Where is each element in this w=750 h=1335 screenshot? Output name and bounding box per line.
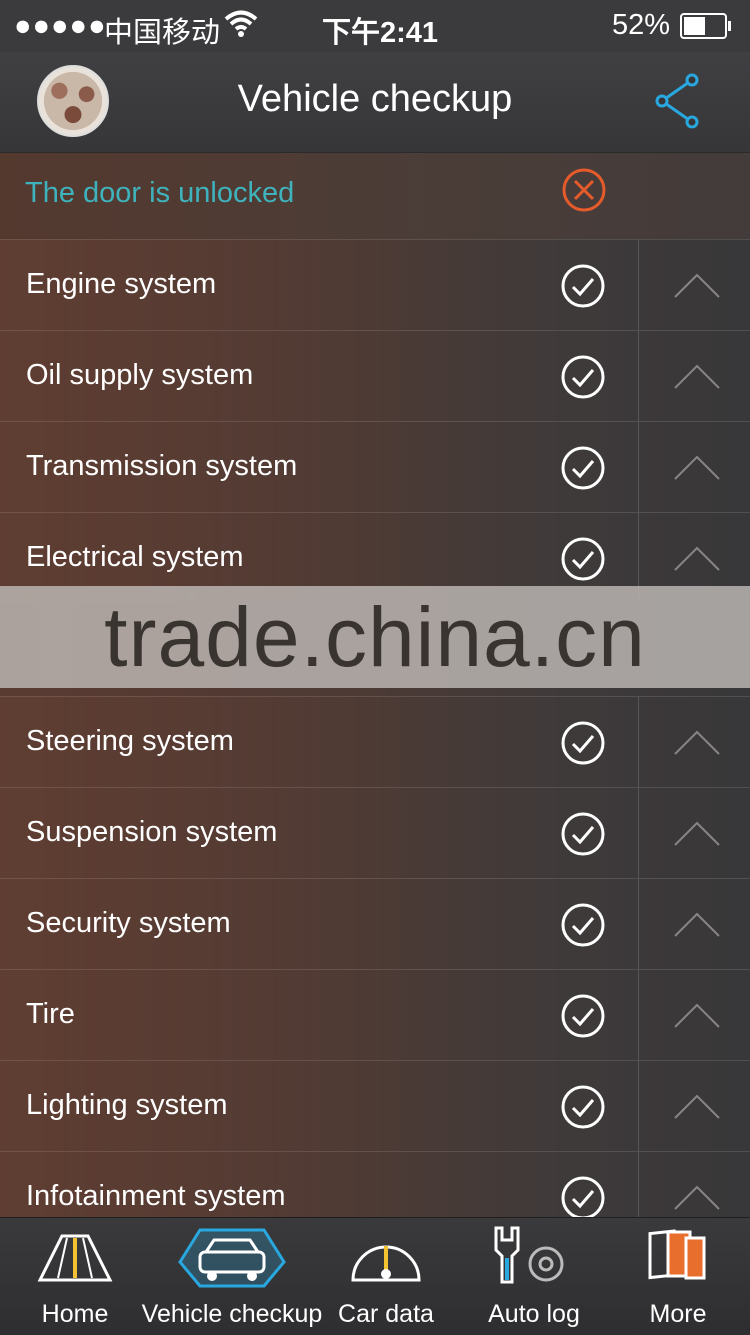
chevron-up-icon[interactable] bbox=[672, 543, 722, 573]
chevron-up-icon[interactable] bbox=[672, 818, 722, 848]
divider bbox=[638, 331, 639, 421]
car-icon bbox=[178, 1228, 286, 1288]
check-circle-icon bbox=[561, 537, 605, 581]
divider bbox=[638, 1061, 639, 1151]
system-row[interactable]: Lighting system bbox=[0, 1060, 750, 1151]
check-circle-icon bbox=[561, 264, 605, 308]
system-label: Transmission system bbox=[26, 450, 298, 482]
tab-label: Vehicle checkup bbox=[141, 1300, 323, 1328]
wifi-icon bbox=[224, 10, 258, 37]
road-icon bbox=[37, 1234, 113, 1282]
chevron-up-icon[interactable] bbox=[672, 452, 722, 482]
share-icon[interactable] bbox=[652, 72, 706, 130]
chevron-up-icon[interactable] bbox=[672, 361, 722, 391]
system-label: Engine system bbox=[26, 268, 217, 300]
divider bbox=[638, 879, 639, 969]
tab-bar: Home Vehicle checkup Car data Auto log M… bbox=[0, 1217, 750, 1335]
system-label: Steering system bbox=[26, 725, 234, 757]
tab-more[interactable]: More bbox=[630, 1218, 726, 1335]
divider bbox=[638, 422, 639, 512]
tab-vehicle-checkup[interactable]: Vehicle checkup bbox=[134, 1218, 330, 1335]
carrier-name: 中国移动 bbox=[104, 17, 221, 49]
tab-label: Home bbox=[41, 1300, 109, 1328]
system-label: Infotainment system bbox=[26, 1180, 286, 1212]
tab-auto-log[interactable]: Auto log bbox=[478, 1218, 590, 1335]
battery-icon bbox=[680, 13, 731, 39]
tab-label: Auto log bbox=[488, 1300, 580, 1328]
check-circle-icon bbox=[561, 446, 605, 490]
divider bbox=[638, 788, 639, 878]
cards-icon bbox=[648, 1229, 706, 1280]
signal-strength: ●●●●● bbox=[14, 10, 107, 42]
gauge-icon bbox=[351, 1245, 421, 1282]
check-circle-icon bbox=[561, 903, 605, 947]
status-bar: ●●●●● 中国移动 下午2:41 52% bbox=[0, 0, 750, 52]
chevron-up-icon[interactable] bbox=[672, 1000, 722, 1030]
tab-home[interactable]: Home bbox=[20, 1218, 130, 1335]
chevron-up-icon[interactable] bbox=[672, 1091, 722, 1121]
page-title: Vehicle checkup bbox=[237, 78, 513, 120]
system-row[interactable]: Security system bbox=[0, 878, 750, 969]
check-circle-icon bbox=[561, 1176, 605, 1220]
system-row[interactable]: Tire bbox=[0, 969, 750, 1060]
watermark: trade.china.cn bbox=[0, 586, 750, 688]
battery-percent: 52% bbox=[612, 9, 671, 41]
divider bbox=[638, 970, 639, 1060]
chevron-up-icon[interactable] bbox=[672, 1182, 722, 1212]
tab-label: More bbox=[649, 1300, 707, 1328]
system-label: Suspension system bbox=[26, 816, 278, 848]
system-row[interactable]: Steering system bbox=[0, 696, 750, 787]
check-circle-icon bbox=[561, 994, 605, 1038]
system-label: Security system bbox=[26, 907, 231, 939]
chevron-up-icon[interactable] bbox=[672, 909, 722, 939]
tab-car-data[interactable]: Car data bbox=[333, 1218, 439, 1335]
system-label: Oil supply system bbox=[26, 359, 254, 391]
chevron-up-icon[interactable] bbox=[672, 727, 722, 757]
tab-label: Car data bbox=[338, 1300, 434, 1328]
door-status-text: The door is unlocked bbox=[25, 177, 295, 209]
wrench-wheel-icon bbox=[494, 1226, 564, 1284]
system-row[interactable]: Engine system bbox=[0, 239, 750, 330]
system-label: Lighting system bbox=[26, 1089, 228, 1121]
check-circle-icon bbox=[561, 355, 605, 399]
check-circle-icon bbox=[561, 721, 605, 765]
system-label: Tire bbox=[26, 998, 75, 1030]
check-circle-icon bbox=[561, 1085, 605, 1129]
door-status-row: The door is unlocked bbox=[0, 153, 750, 239]
navigation-bar: Vehicle checkup bbox=[0, 52, 750, 153]
close-circle-icon bbox=[562, 168, 606, 212]
system-row[interactable]: Suspension system bbox=[0, 787, 750, 878]
divider bbox=[638, 240, 639, 330]
system-row[interactable]: Oil supply system bbox=[0, 330, 750, 421]
chevron-up-icon[interactable] bbox=[672, 270, 722, 300]
divider bbox=[638, 697, 639, 787]
system-row[interactable]: Transmission system bbox=[0, 421, 750, 512]
system-label: Electrical system bbox=[26, 541, 244, 573]
check-circle-icon bbox=[561, 812, 605, 856]
clock: 下午2:41 bbox=[322, 17, 439, 49]
